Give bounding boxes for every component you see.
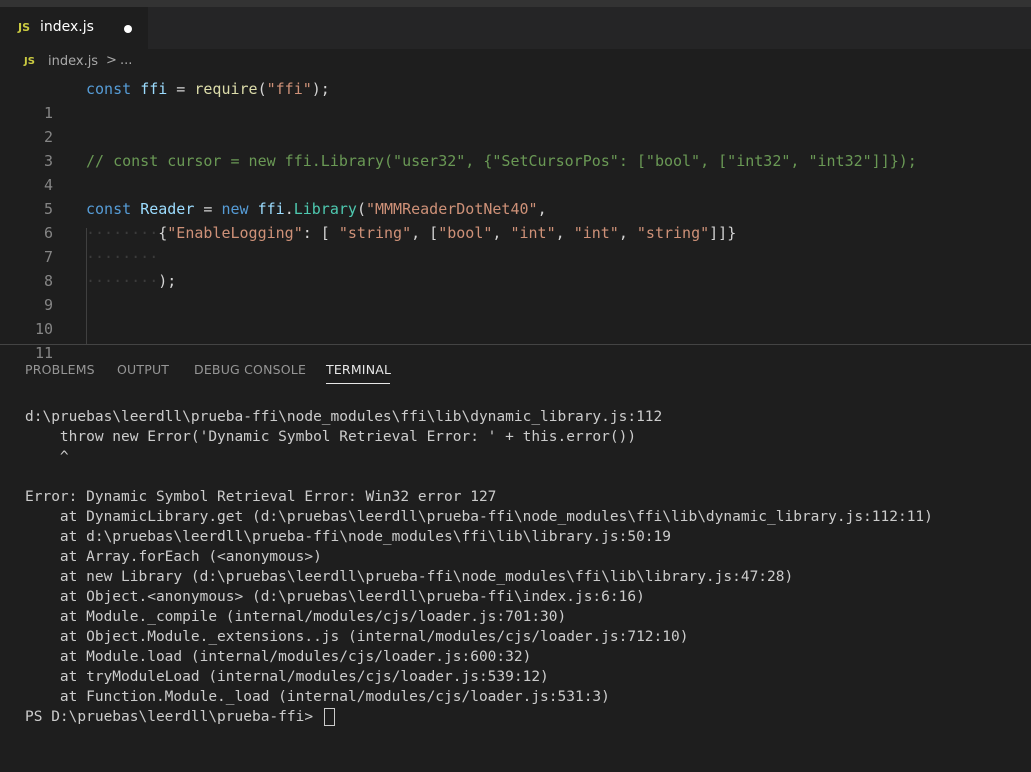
tab-debug-console[interactable]: DEBUG CONSOLE: [194, 362, 306, 377]
breadcrumb: JS index.js > ...: [0, 49, 1031, 76]
terminal-line: at d:\pruebas\leerdll\prueba-ffi\node_mo…: [25, 529, 672, 545]
code-line: 3: [0, 125, 1031, 170]
terminal-line: d:\pruebas\leerdll\prueba-ffi\node_modul…: [25, 409, 663, 425]
code-editor[interactable]: 1 const ffi = require("ffi"); 2 3 4 // c…: [0, 76, 1031, 362]
code-line: 10: [0, 293, 1031, 338]
javascript-file-icon: JS: [18, 21, 31, 34]
tab-label: index.js: [40, 19, 94, 35]
terminal-cursor: [323, 708, 335, 726]
code-line: 1 const ffi = require("ffi");: [0, 77, 1031, 122]
tab-problems[interactable]: PROBLEMS: [25, 362, 95, 377]
terminal-line: at Object.Module._extensions..js (intern…: [25, 629, 689, 645]
code-line: 2: [0, 101, 1031, 146]
code-comment: // const cursor = new ffi.Library("user3…: [86, 152, 917, 170]
code-line: 7 ········{"EnableLogging": [ "string", …: [0, 221, 1031, 266]
terminal-output[interactable]: d:\pruebas\leerdll\prueba-ffi\node_modul…: [25, 407, 933, 727]
terminal-line: throw new Error('Dynamic Symbol Retrieva…: [25, 429, 637, 445]
panel-tab-bar: PROBLEMS OUTPUT DEBUG CONSOLE TERMINAL: [0, 345, 1031, 393]
terminal-line: at DynamicLibrary.get (d:\pruebas\leerdl…: [25, 509, 933, 525]
tab-output[interactable]: OUTPUT: [117, 362, 169, 377]
active-tab-indicator: [326, 383, 390, 384]
tab-terminal[interactable]: TERMINAL: [326, 362, 391, 377]
terminal-line: at Function.Module._load (internal/modul…: [25, 689, 610, 705]
code-line: 4 // const cursor = new ffi.Library("use…: [0, 149, 1031, 194]
terminal-prompt: PS D:\pruebas\leerdll\prueba-ffi>: [25, 709, 322, 725]
code-line: 9 ········);: [0, 269, 1031, 314]
breadcrumb-file[interactable]: index.js: [48, 54, 98, 69]
chevron-right-icon: >: [106, 53, 117, 68]
code-line: 8 ········: [0, 245, 1031, 290]
terminal-line: at new Library (d:\pruebas\leerdll\prueb…: [25, 569, 794, 585]
terminal-line: at Array.forEach (<anonymous>): [25, 549, 322, 565]
editor-tab-bar: JS index.js: [0, 7, 1031, 49]
editor-tab-index-js[interactable]: JS index.js: [0, 7, 148, 49]
terminal-line: at Module.load (internal/modules/cjs/loa…: [25, 649, 532, 665]
javascript-file-icon: JS: [24, 56, 35, 67]
unsaved-dot-icon[interactable]: [124, 25, 132, 33]
breadcrumb-more[interactable]: ...: [120, 53, 132, 68]
terminal-line: ^: [25, 449, 69, 465]
code-line: 6 const Reader = new ffi.Library("MMMRea…: [0, 197, 1031, 242]
terminal-line: Error: Dynamic Symbol Retrieval Error: W…: [25, 489, 497, 505]
terminal-prompt-line[interactable]: PS D:\pruebas\leerdll\prueba-ffi>: [25, 707, 933, 727]
code-line: 11: [0, 317, 1031, 362]
title-strip: [0, 0, 1031, 7]
terminal-line: at tryModuleLoad (internal/modules/cjs/l…: [25, 669, 549, 685]
code-line: 5: [0, 173, 1031, 218]
terminal-line: at Module._compile (internal/modules/cjs…: [25, 609, 567, 625]
terminal-line: at Object.<anonymous> (d:\pruebas\leerdl…: [25, 589, 645, 605]
